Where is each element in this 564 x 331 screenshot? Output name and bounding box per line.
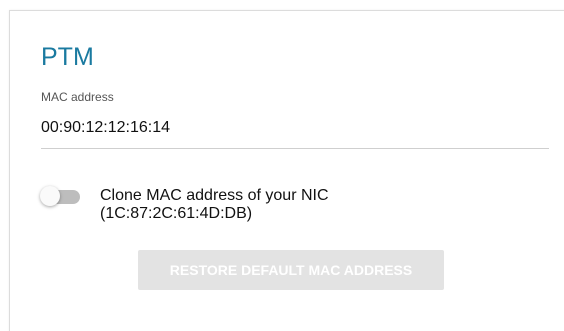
clone-mac-label[interactable]: Clone MAC address of your NIC (1C:87:2C:… bbox=[100, 187, 520, 223]
section-title: PTM bbox=[41, 43, 94, 71]
toggle-knob bbox=[40, 186, 60, 206]
mac-address-label: MAC address bbox=[41, 90, 114, 104]
mac-address-input[interactable] bbox=[41, 117, 541, 139]
restore-default-mac-button[interactable]: RESTORE DEFAULT MAC ADDRESS bbox=[138, 250, 444, 290]
nic-mac-address: (1C:87:2C:61:4D:DB) bbox=[100, 205, 253, 222]
mac-address-underline bbox=[41, 148, 549, 149]
page: PTM MAC address Clone MAC address of you… bbox=[0, 0, 564, 331]
clone-mac-label-text: Clone MAC address of your NIC bbox=[100, 187, 329, 204]
clone-mac-toggle[interactable] bbox=[40, 186, 82, 208]
ptm-settings-card: PTM MAC address Clone MAC address of you… bbox=[9, 10, 564, 331]
